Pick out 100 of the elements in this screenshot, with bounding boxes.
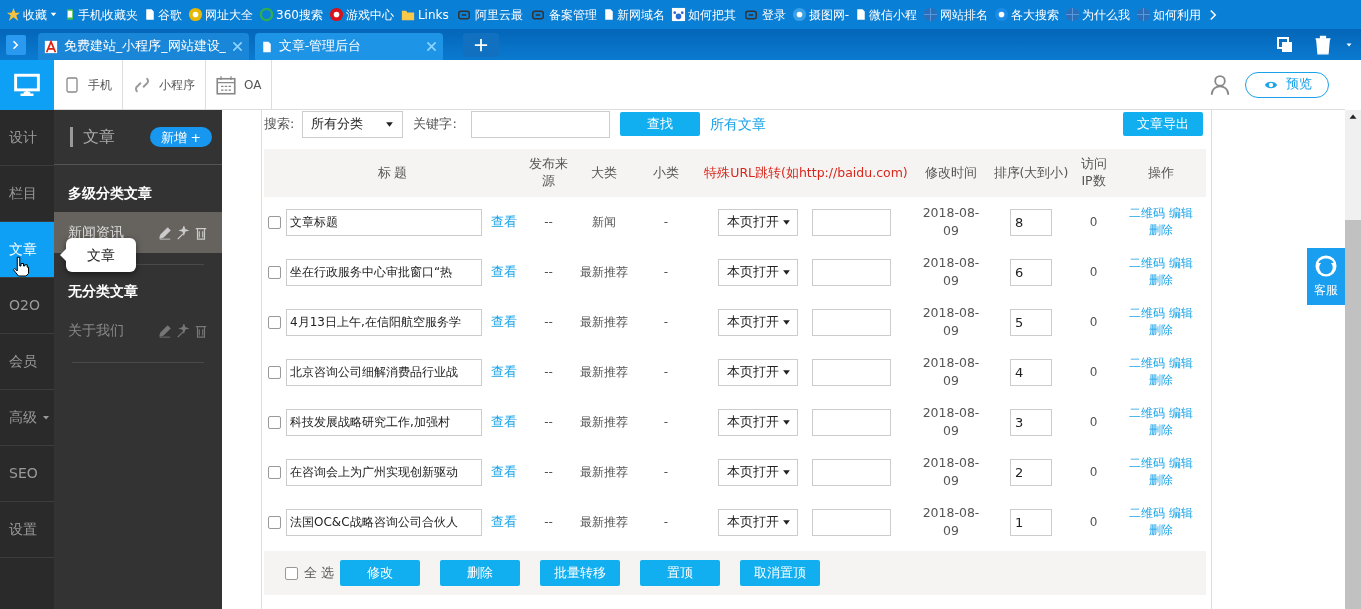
date-cell: 2018-08-09 bbox=[922, 304, 980, 340]
action-link[interactable]: 编辑 bbox=[1168, 306, 1193, 320]
target-select[interactable]: 本页打开 bbox=[718, 358, 798, 386]
sort-field[interactable]: 5 bbox=[1010, 308, 1052, 336]
table-cell: 最新推荐 bbox=[579, 364, 628, 379]
mode-tab[interactable]: 手机 bbox=[88, 75, 112, 94]
action-link[interactable]: 编辑 bbox=[1168, 506, 1193, 520]
bookmark-link[interactable]: 微信小程 bbox=[869, 5, 918, 24]
search-label: 搜索: bbox=[264, 115, 295, 134]
export-button[interactable]: 文章导出 bbox=[1123, 112, 1203, 136]
bookmark-link[interactable]: 为什么我 bbox=[1082, 5, 1131, 24]
target-select[interactable]: 本页打开 bbox=[718, 208, 798, 236]
bookmark-link[interactable]: 如何把其 bbox=[687, 5, 736, 24]
bookmark-link[interactable]: 游戏中心 bbox=[345, 5, 394, 24]
table-cell: -- bbox=[544, 214, 553, 229]
category-select[interactable]: 所有分类 bbox=[302, 110, 404, 138]
bookmark-link[interactable]: 摄图网- bbox=[808, 5, 850, 24]
table-cell: 最新推荐 bbox=[579, 264, 628, 279]
table-cell: - bbox=[663, 364, 669, 379]
mode-tab[interactable]: OA bbox=[244, 75, 262, 94]
sort-field[interactable]: 2 bbox=[1010, 458, 1052, 486]
target-select[interactable]: 本页打开 bbox=[718, 308, 798, 336]
action-link[interactable]: 二维码 bbox=[1129, 506, 1166, 520]
target-select[interactable]: 本页打开 bbox=[718, 258, 798, 286]
action-link[interactable]: 二维码 bbox=[1129, 306, 1166, 320]
find-button[interactable]: 查找 bbox=[619, 112, 700, 136]
bookmark-link[interactable]: 各大搜索 bbox=[1011, 5, 1060, 24]
action-button[interactable]: 置顶 bbox=[640, 560, 721, 586]
action-link[interactable]: 删除 bbox=[1149, 223, 1173, 237]
sort-field[interactable]: 3 bbox=[1010, 408, 1052, 436]
nav-item[interactable]: 文章 bbox=[0, 222, 54, 278]
action-link[interactable]: 编辑 bbox=[1168, 356, 1193, 370]
browser-tab[interactable]: 免费建站_小程序_网站建设_ bbox=[38, 33, 249, 60]
column-header: 大类 bbox=[590, 164, 617, 180]
browser-tab[interactable]: 文章-管理后台 bbox=[254, 33, 443, 60]
sort-field[interactable]: 6 bbox=[1010, 258, 1052, 286]
title-field[interactable]: 北京咨询公司细解消费品行业战 bbox=[286, 358, 482, 386]
action-button[interactable]: 删除 bbox=[440, 560, 521, 586]
action-link[interactable]: 二维码 bbox=[1129, 456, 1166, 470]
bookmark-link[interactable]: 360搜索 bbox=[276, 5, 323, 24]
bookmark-link[interactable]: 备案管理 bbox=[548, 5, 597, 24]
action-link[interactable]: 删除 bbox=[1149, 523, 1173, 537]
bookmark-link[interactable]: 网站排名 bbox=[940, 5, 989, 24]
column-header: 特殊URL跳转(如http://baidu.com) bbox=[704, 164, 908, 180]
table-cell: -- bbox=[544, 264, 553, 279]
sort-field[interactable]: 4 bbox=[1010, 358, 1052, 386]
view-link[interactable]: 查看 bbox=[491, 363, 517, 381]
action-link[interactable]: 删除 bbox=[1149, 473, 1173, 487]
date-cell: 2018-08-09 bbox=[922, 504, 980, 540]
bookmark-link[interactable]: Links bbox=[417, 5, 449, 24]
bookmark-link[interactable]: 阿里云最 bbox=[474, 5, 523, 24]
view-link[interactable]: 查看 bbox=[491, 313, 517, 331]
bookmark-link[interactable]: 如何利用 bbox=[1153, 5, 1202, 24]
bookmark-link[interactable]: 谷歌 bbox=[158, 5, 182, 24]
target-select[interactable]: 本页打开 bbox=[718, 508, 798, 536]
sort-field[interactable]: 1 bbox=[1010, 508, 1052, 536]
keyword-label: 关键字: bbox=[413, 115, 457, 134]
action-link[interactable]: 编辑 bbox=[1168, 456, 1193, 470]
action-link[interactable]: 二维码 bbox=[1129, 356, 1166, 370]
date-cell: 2018-08-09 bbox=[922, 204, 980, 240]
action-button[interactable]: 修改 bbox=[340, 560, 421, 586]
bookmark-link[interactable]: 收藏 bbox=[23, 5, 47, 24]
view-link[interactable]: 查看 bbox=[491, 413, 517, 431]
bookmark-link[interactable]: 新网域名 bbox=[616, 5, 665, 24]
mode-tab[interactable]: 小程序 bbox=[159, 75, 195, 94]
title-field[interactable]: 坐在行政服务中心审批窗口“热 bbox=[286, 258, 482, 286]
title-field[interactable]: 科技发展战略研究工作,加强村 bbox=[286, 408, 482, 436]
view-link[interactable]: 查看 bbox=[491, 513, 517, 531]
bookmark-link[interactable]: 登录 bbox=[761, 5, 786, 24]
action-link[interactable]: 删除 bbox=[1149, 423, 1173, 437]
action-link[interactable]: 编辑 bbox=[1168, 406, 1193, 420]
target-select[interactable]: 本页打开 bbox=[718, 458, 798, 486]
action-link[interactable]: 二维码 bbox=[1129, 206, 1166, 220]
action-button[interactable]: 取消置顶 bbox=[740, 560, 821, 586]
action-link[interactable]: 编辑 bbox=[1168, 256, 1193, 270]
title-field[interactable]: 法国OC&C战略咨询公司合伙人 bbox=[286, 508, 482, 536]
view-link[interactable]: 查看 bbox=[491, 463, 517, 481]
action-link[interactable]: 二维码 bbox=[1129, 406, 1166, 420]
action-link[interactable]: 删除 bbox=[1149, 373, 1173, 387]
table-cell: - bbox=[663, 214, 669, 229]
action-link[interactable]: 编辑 bbox=[1168, 206, 1193, 220]
category-item[interactable]: 关于我们 bbox=[54, 310, 222, 351]
tooltip: 文章 bbox=[66, 238, 136, 272]
action-link[interactable]: 删除 bbox=[1149, 323, 1173, 337]
title-field[interactable]: 文章标题 bbox=[286, 208, 482, 236]
bookmark-link[interactable]: 手机收藏夹 bbox=[78, 5, 138, 24]
panel-title: 文章 bbox=[83, 126, 116, 148]
title-field[interactable]: 4月13日上午,在信阳航空服务学 bbox=[286, 308, 482, 336]
add-button[interactable]: 新增 + bbox=[149, 127, 212, 147]
view-link[interactable]: 查看 bbox=[491, 263, 517, 281]
view-link[interactable]: 查看 bbox=[491, 213, 517, 231]
all-articles-link[interactable]: 所有文章 bbox=[709, 113, 766, 135]
action-link[interactable]: 删除 bbox=[1149, 273, 1173, 287]
title-field[interactable]: 在咨询会上为广州实现创新驱动 bbox=[286, 458, 482, 486]
sort-field[interactable]: 8 bbox=[1010, 208, 1052, 236]
action-button[interactable]: 批量转移 bbox=[540, 560, 621, 586]
bookmark-link[interactable]: 网址大全 bbox=[205, 5, 253, 24]
action-link[interactable]: 二维码 bbox=[1129, 256, 1166, 270]
customer-service-button[interactable]: 客服 bbox=[1307, 248, 1345, 305]
target-select[interactable]: 本页打开 bbox=[718, 408, 798, 436]
